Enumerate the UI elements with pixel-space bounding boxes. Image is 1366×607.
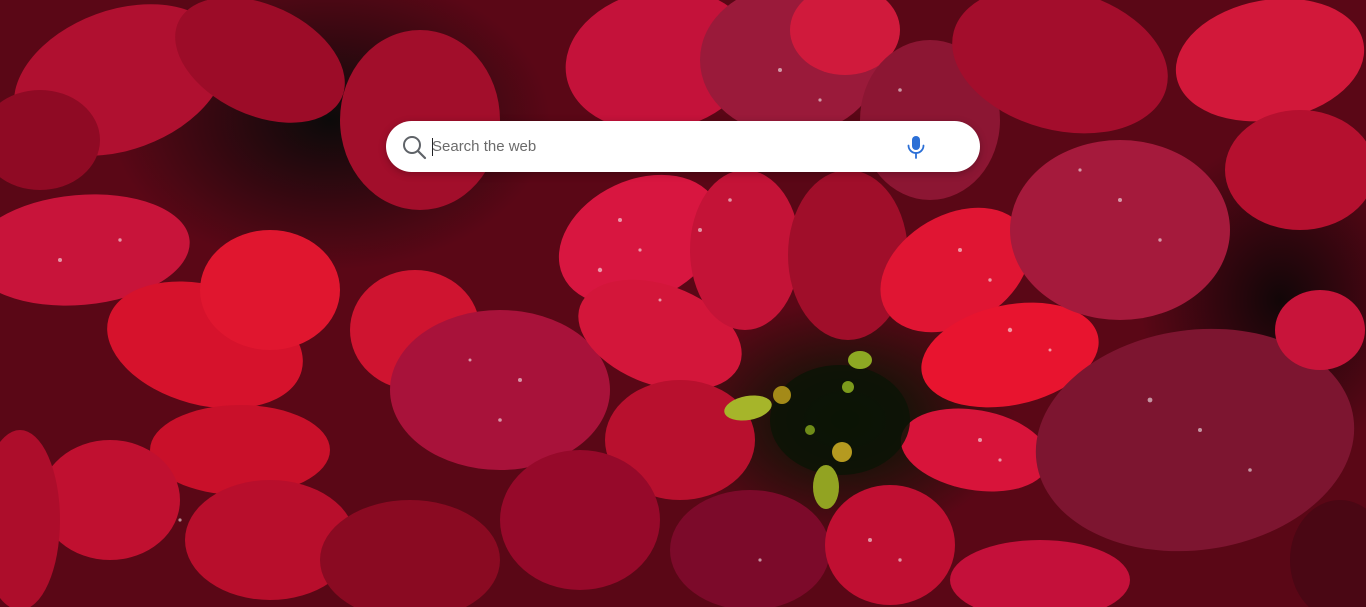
bract <box>848 351 872 369</box>
search-icon <box>403 136 427 160</box>
leaf <box>900 408 1050 492</box>
leaf <box>40 440 180 560</box>
leaf <box>1175 0 1365 122</box>
bud <box>842 381 854 393</box>
leaf <box>150 405 330 495</box>
bud <box>773 386 791 404</box>
leaf <box>200 230 340 350</box>
leaf <box>1010 140 1230 320</box>
leaf <box>950 540 1130 607</box>
leaf <box>1225 110 1366 230</box>
search-input[interactable] <box>432 131 872 162</box>
poinsettia-leaves <box>0 0 1366 607</box>
leaf <box>390 310 610 470</box>
new-tab-page <box>0 0 1366 607</box>
search-bar[interactable] <box>386 121 980 172</box>
text-cursor <box>432 138 433 156</box>
bract <box>813 465 839 509</box>
leaf <box>690 170 800 330</box>
bud <box>832 442 852 462</box>
bud <box>805 425 815 435</box>
background-image <box>0 0 1366 607</box>
leaf <box>670 490 830 607</box>
leaf <box>825 485 955 605</box>
leaf <box>500 450 660 590</box>
microphone-icon[interactable] <box>905 134 927 160</box>
leaf <box>1275 290 1365 370</box>
leaf <box>340 30 500 210</box>
leaf <box>0 430 60 607</box>
leaf <box>1290 500 1366 607</box>
